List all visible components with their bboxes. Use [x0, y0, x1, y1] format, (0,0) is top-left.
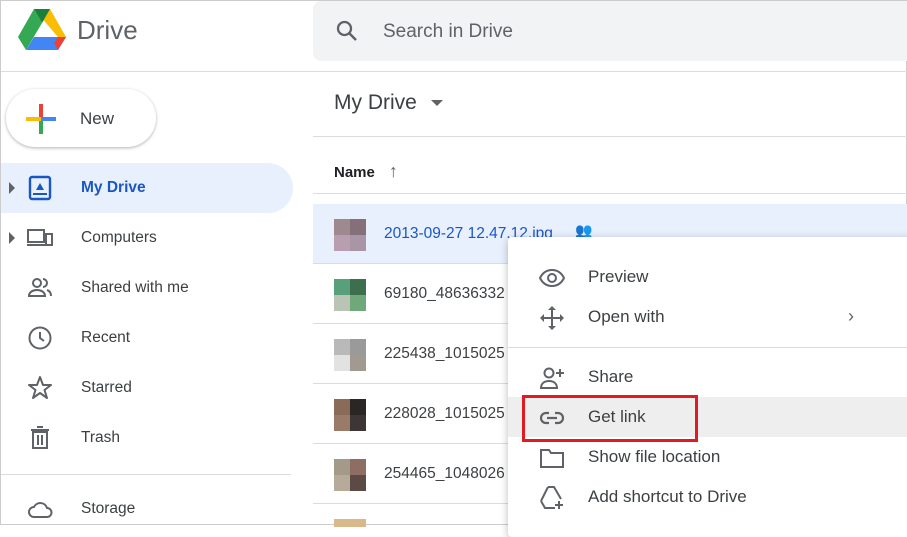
computers-icon [27, 229, 53, 246]
divider [313, 136, 907, 137]
sidebar-item-label: Recent [81, 329, 131, 346]
clock-icon [28, 326, 52, 350]
sidebar-item-label: Starred [81, 379, 132, 396]
person-add-icon [539, 367, 564, 389]
file-thumbnail [334, 459, 366, 491]
plus-icon [26, 104, 56, 134]
menu-item-label: Preview [588, 267, 649, 286]
chevron-down-icon[interactable] [430, 100, 443, 107]
file-name: 228028_1015025 [384, 405, 505, 422]
star-icon [28, 376, 52, 399]
new-button-label: New [80, 109, 115, 128]
header-divider [1, 71, 907, 72]
sidebar-item-storage[interactable]: Storage [1, 484, 293, 534]
file-thumbnail [334, 399, 366, 431]
file-thumbnail [334, 339, 366, 371]
sidebar-item-shared-with-me[interactable]: Shared with me [1, 263, 293, 313]
menu-item-label: Share [588, 367, 634, 386]
highlight-annotation-box [522, 395, 698, 442]
new-button[interactable]: New [6, 89, 156, 147]
sidebar-item-trash[interactable]: Trash [1, 413, 293, 463]
shared-icon [27, 278, 52, 297]
menu-item-share[interactable]: Share [508, 357, 907, 397]
menu-item-show-file-location[interactable]: Show file location [508, 437, 907, 477]
sidebar-item-label: Computers [81, 229, 157, 246]
add-shortcut-icon [540, 486, 563, 509]
file-name: 225438_1015025 [384, 345, 505, 362]
file-thumbnail [334, 219, 366, 251]
sidebar-divider [1, 474, 291, 475]
search-placeholder: Search in Drive [383, 21, 513, 42]
sidebar-item-my-drive[interactable]: My Drive [1, 163, 293, 213]
expand-caret-icon[interactable] [9, 182, 15, 194]
sidebar-item-label: Trash [81, 429, 121, 446]
sidebar-item-computers[interactable]: Computers [1, 213, 293, 263]
file-name: 69180_48636332 [384, 285, 505, 302]
menu-item-label: Show file location [588, 447, 721, 466]
search-icon [336, 20, 357, 41]
menu-item-label: Add shortcut to Drive [588, 487, 747, 506]
folder-icon [540, 449, 564, 468]
file-name: 254465_1048026 [384, 465, 505, 482]
column-name-label: Name [334, 164, 375, 181]
app-name: Drive [77, 15, 138, 45]
expand-caret-icon[interactable] [9, 232, 15, 244]
menu-divider [508, 347, 907, 348]
context-menu: Preview Open with › Share Get link Show … [508, 237, 907, 537]
divider [313, 193, 907, 194]
cloud-icon [28, 502, 53, 518]
chevron-right-icon: › [848, 306, 854, 326]
file-thumbnail [334, 519, 366, 527]
my-drive-icon [28, 175, 52, 201]
menu-item-add-shortcut[interactable]: Add shortcut to Drive [508, 477, 907, 517]
menu-item-preview[interactable]: Preview [508, 257, 907, 297]
sidebar-item-label: My Drive [81, 179, 146, 196]
sidebar-item-label: Shared with me [81, 279, 189, 296]
sidebar-item-recent[interactable]: Recent [1, 313, 293, 363]
search-input[interactable]: Search in Drive [313, 1, 907, 61]
column-header-name[interactable]: Name ↑ [334, 161, 398, 182]
page-title[interactable]: My Drive [334, 91, 443, 115]
move-arrows-icon [540, 306, 564, 330]
eye-icon [539, 268, 565, 288]
page-title-text: My Drive [334, 91, 417, 114]
sidebar-item-label: Storage [81, 500, 136, 517]
trash-icon [31, 426, 49, 449]
file-thumbnail [334, 279, 366, 311]
drive-logo-icon [18, 9, 66, 50]
sidebar-item-starred[interactable]: Starred [1, 363, 293, 413]
menu-item-label: Open with [588, 307, 665, 326]
menu-item-open-with[interactable]: Open with › [508, 297, 907, 337]
arrow-up-icon[interactable]: ↑ [389, 161, 398, 181]
